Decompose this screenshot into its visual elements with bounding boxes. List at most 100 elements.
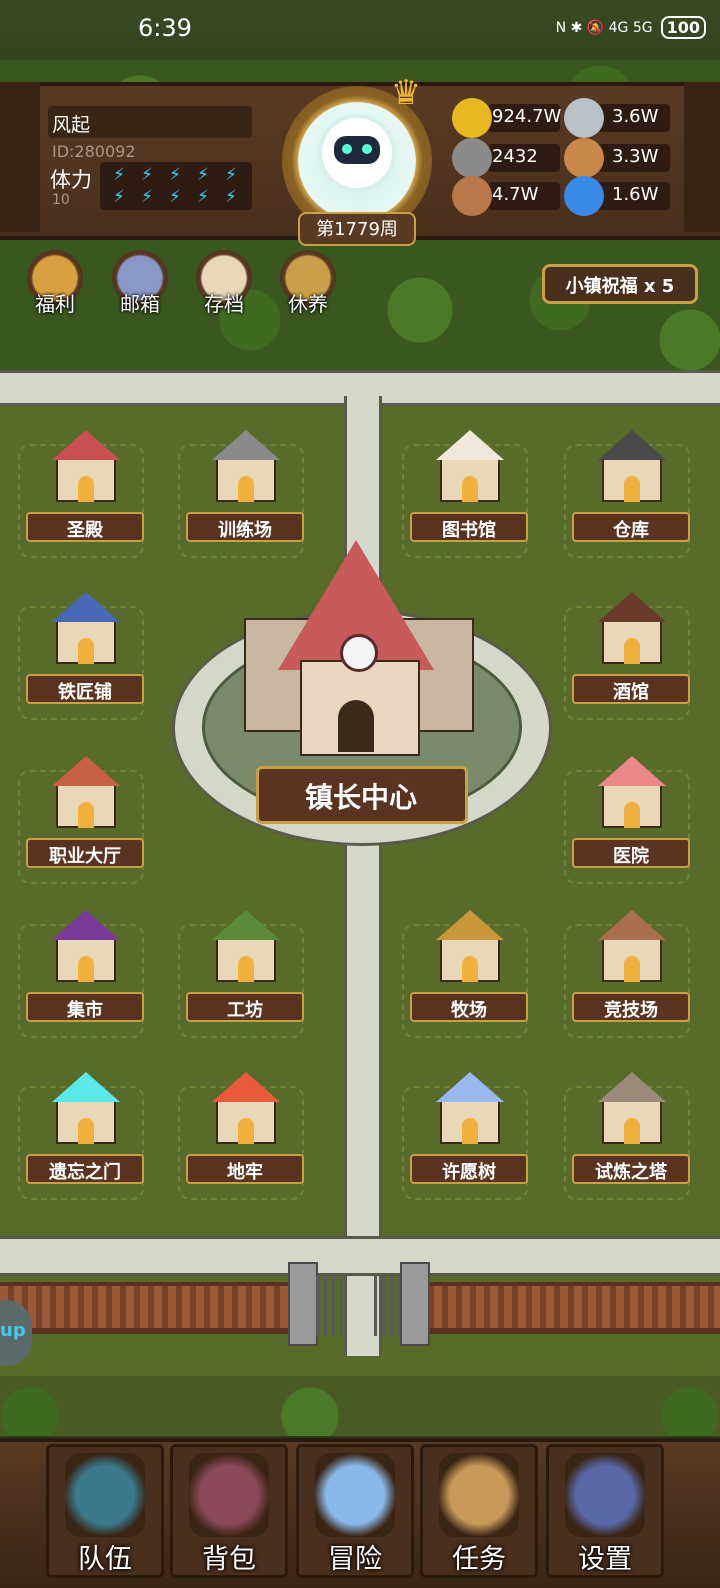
market-building-icon[interactable] [46,910,126,986]
building-label: 集市 [67,1000,103,1021]
library-building-icon[interactable] [430,430,510,506]
stamina-bar[interactable]: ⚡ ⚡ ⚡ ⚡ ⚡ ⚡ ⚡ ⚡ ⚡ ⚡ [100,162,252,210]
building-roof [436,430,504,460]
building-door [78,638,94,664]
panel-post-left [0,82,40,232]
building-forgotten-gate[interactable]: 遗忘之门 [26,1072,144,1184]
resource-value: 1.6W [612,184,659,205]
hospital-building-icon[interactable] [592,756,672,832]
road-bottom [0,1236,720,1276]
mailbox-button-label[interactable]: 邮箱 [105,288,175,317]
forgotten-gate-building-icon[interactable] [46,1072,126,1148]
backpack-icon [189,1453,269,1537]
building-trial-tower[interactable]: 试炼之塔 [572,1072,690,1184]
building-roof [212,1072,280,1102]
building-wishing-tree[interactable]: 许愿树 [410,1072,528,1184]
building-door [462,1118,478,1144]
nav-label: 背包 [202,1544,256,1575]
nav-label: 冒险 [328,1544,382,1575]
status-icons: N ✱ 🔕 4G 5G 100 [556,16,706,39]
team-icon [65,1453,145,1537]
stamina-bolt-icon: ⚡ [225,187,237,207]
building-roof [598,430,666,460]
quest-icon [439,1453,519,1537]
nav-quest-button[interactable]: 任务 [420,1444,538,1578]
building-library[interactable]: 图书馆 [410,430,528,542]
nav-label: 设置 [578,1544,632,1575]
building-label: 竞技场 [604,1000,658,1021]
nav-team-button[interactable]: 队伍 [46,1444,164,1578]
building-training-ground[interactable]: 训练场 [186,430,304,542]
building-ranch[interactable]: 牧场 [410,910,528,1022]
building-roof [598,1072,666,1102]
nav-backpack-button[interactable]: 背包 [170,1444,288,1578]
training-ground-building-icon[interactable] [206,430,286,506]
resource-value: 924.7W [492,106,562,127]
wishing-tree-building-icon[interactable] [430,1072,510,1148]
building-roof [52,430,120,460]
town-hall-window [340,634,378,672]
nav-label: 队伍 [78,1544,132,1575]
player-name: 风起 [52,114,91,136]
week-counter: 第1779周 [316,219,398,240]
building-tavern[interactable]: 酒馆 [572,592,690,704]
building-label: 地牢 [227,1162,263,1183]
tavern-building-icon[interactable] [592,592,672,668]
crystal-gem-icon [564,176,604,216]
building-label: 医院 [613,846,649,867]
building-roof [436,1072,504,1102]
adventure-icon [315,1453,395,1537]
blacksmith-building-icon[interactable] [46,592,126,668]
robot-eye-left [342,144,352,154]
building-label: 铁匠铺 [58,682,112,703]
building-door [78,476,94,502]
building-warehouse[interactable]: 仓库 [572,430,690,542]
building-market[interactable]: 集市 [26,910,144,1022]
town-hall-door [338,700,374,752]
trial-tower-building-icon[interactable] [592,1072,672,1148]
building-label: 牧场 [451,1000,487,1021]
building-cathedral[interactable]: 圣殿 [26,430,144,542]
building-hospital[interactable]: 医院 [572,756,690,868]
town-blessing-label: 小镇祝福 x 5 [565,276,675,297]
rest-button-label[interactable]: 休养 [273,288,343,317]
crown-icon: ♛ [390,73,422,113]
building-door [624,956,640,982]
building-door [78,802,94,828]
stamina-bolt-icon: ⚡ [225,165,237,185]
building-label: 图书馆 [442,520,496,541]
building-label: 许愿树 [442,1162,496,1183]
warehouse-building-icon[interactable] [592,430,672,506]
save-button-label[interactable]: 存档 [189,288,259,317]
building-roof [212,910,280,940]
stamina-bolt-icon: ⚡ [169,187,181,207]
building-workshop[interactable]: 工坊 [186,910,304,1022]
building-arena[interactable]: 竞技场 [572,910,690,1022]
workshop-building-icon[interactable] [206,910,286,986]
arena-building-icon[interactable] [592,910,672,986]
building-label: 试炼之塔 [595,1162,667,1183]
building-roof [52,592,120,622]
building-roof [52,756,120,786]
welfare-button-label[interactable]: 福利 [20,288,90,317]
building-label: 职业大厅 [49,846,121,867]
robot-eye-right [362,144,372,154]
battery-icon: 100 [660,16,706,39]
building-door [624,476,640,502]
nav-adventure-button[interactable]: 冒险 [296,1444,414,1578]
stamina-bolt-icon: ⚡ [113,165,125,185]
building-dungeon[interactable]: 地牢 [186,1072,304,1184]
stamina-bolt-icon: ⚡ [141,187,153,207]
job-hall-building-icon[interactable] [46,756,126,832]
status-indicators: N ✱ 🔕 4G 5G [555,19,653,36]
ranch-building-icon[interactable] [430,910,510,986]
building-door [238,1118,254,1144]
building-blacksmith[interactable]: 铁匠铺 [26,592,144,704]
gate-post-left [288,1262,318,1346]
building-job-hall[interactable]: 职业大厅 [26,756,144,868]
nav-settings-button[interactable]: 设置 [546,1444,664,1578]
cathedral-building-icon[interactable] [46,430,126,506]
gate-post-right [400,1262,430,1346]
dungeon-building-icon[interactable] [206,1072,286,1148]
stamina-count: 10 [52,192,70,208]
